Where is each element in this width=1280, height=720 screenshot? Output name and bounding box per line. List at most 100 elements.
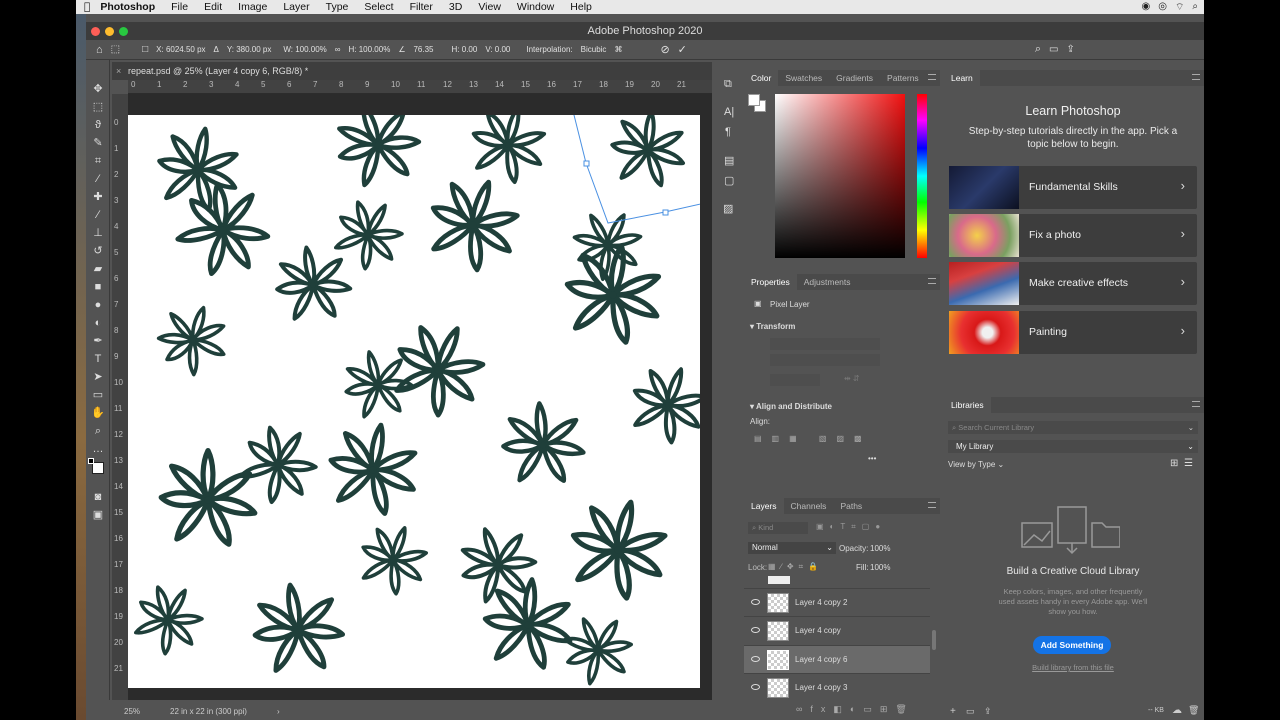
marquee-tool-icon[interactable]: ⬚ [91,100,105,114]
eraser-tool-icon[interactable]: ▰ [91,262,105,276]
link-icon[interactable]: ∞ [335,45,341,54]
healing-tool-icon[interactable]: ✚ [91,190,105,204]
gradient-tool-icon[interactable]: ■ [91,280,105,294]
add-element-icon[interactable]: + [950,706,956,717]
minimize-window-icon[interactable] [105,27,114,36]
crop-tool-icon[interactable]: ⌗ [91,154,105,168]
visibility-eye-icon[interactable] [751,684,760,690]
transform-bounding-box[interactable] [128,115,700,688]
blur-tool-icon[interactable]: ● [91,298,105,312]
learn-card-fundamental-skills[interactable]: Fundamental Skills › [949,166,1197,209]
zoom-window-icon[interactable] [119,27,128,36]
pen-tool-icon[interactable]: ✒ [91,334,105,348]
transform-handle[interactable] [583,160,590,167]
tab-properties[interactable]: Properties [744,274,797,290]
tab-gradients[interactable]: Gradients [829,70,880,86]
menu-image[interactable]: Image [230,1,275,13]
cloud-icon[interactable]: ☁ [1172,705,1182,716]
move-tool-icon[interactable]: ✥ [91,82,105,96]
menu-select[interactable]: Select [356,1,401,13]
tab-swatches[interactable]: Swatches [778,70,829,86]
screen-mode-icon[interactable]: ▣ [91,508,105,522]
menu-view[interactable]: View [470,1,509,13]
library-search-input[interactable]: ⌕ Search Current Library ⌄ [948,421,1198,434]
background-swatch[interactable] [748,94,760,106]
cancel-transform-icon[interactable]: ⊘ [660,43,669,56]
cc-icon[interactable]: ◎ [1158,1,1167,14]
align-buttons[interactable]: ▤▥▦ ▧▨▩ [754,434,872,443]
lock-icons[interactable]: ▦∕✥⌗🔒 [768,562,823,572]
width-field[interactable]: W: 100.00% [283,45,326,54]
layer-row[interactable]: Layer 4 copy [744,616,930,644]
wifi-icon[interactable]: ⌔ [1175,1,1184,14]
paragraph-icon[interactable]: ¶ [725,126,731,138]
tab-paths[interactable]: Paths [833,498,869,514]
status-arrow-icon[interactable]: › [277,704,280,720]
vskew-field[interactable]: V: 0.00 [485,45,510,54]
layer-row[interactable]: Layer 4 copy 2 [744,588,930,616]
eyedropper-tool-icon[interactable]: ⁄ [91,172,105,186]
menu-photoshop[interactable]: Photoshop [98,1,163,13]
height-field[interactable]: H: 100.00% [349,45,391,54]
quick-mask-icon[interactable]: ◙ [91,490,105,504]
horizontal-ruler[interactable]: 0 1 2 3 4 5 6 7 8 9 10 11 12 13 14 15 16 17 18 19 20 21 [128,80,712,94]
document-canvas[interactable] [128,115,700,688]
layer-row[interactable]: Layer 4 copy 3 [744,673,930,701]
view-by-select[interactable]: View by Type ⌄ [948,460,1004,469]
color-field[interactable] [775,94,905,258]
learn-card-fix-photo[interactable]: Fix a photo › [949,214,1197,257]
opacity-field[interactable]: 100% [870,544,890,553]
layers-footer-icons[interactable]: ∞fx◧◐▭⊞🗑 [796,704,915,715]
add-something-button[interactable]: Add Something [1033,636,1111,654]
tab-learn[interactable]: Learn [944,70,980,86]
more-tools-icon[interactable]: … [91,442,105,456]
pattern-icon[interactable]: ▨ [723,202,733,215]
transform-section[interactable]: ▾ Transform [750,322,795,331]
menu-3d[interactable]: 3D [441,1,470,13]
zoom-level[interactable]: 25% [124,704,140,720]
tab-patterns[interactable]: Patterns [880,70,926,86]
dodge-tool-icon[interactable]: ◐ [91,316,105,330]
layer-filter-select[interactable]: ⌕ Kind [748,522,808,534]
tab-channels[interactable]: Channels [784,498,834,514]
document-tab[interactable]: × repeat.psd @ 25% (Layer 4 copy 6, RGB/… [112,62,712,80]
visibility-eye-icon[interactable] [751,656,760,662]
learn-card-creative-effects[interactable]: Make creative effects › [949,262,1197,305]
menu-help[interactable]: Help [562,1,600,13]
align-section[interactable]: ▾ Align and Distribute [750,402,832,411]
menu-window[interactable]: Window [509,1,562,13]
x-position-field[interactable]: X: 6024.50 px [156,45,205,54]
quick-select-tool-icon[interactable]: ✎ [91,136,105,150]
history-brush-icon[interactable]: ↺ [91,244,105,258]
close-window-icon[interactable] [91,27,100,36]
hand-tool-icon[interactable]: ✋ [91,406,105,420]
menu-type[interactable]: Type [318,1,357,13]
layers-panel-menu-icon[interactable] [928,502,936,508]
tab-layers[interactable]: Layers [744,498,784,514]
commit-transform-icon[interactable]: ✓ [678,43,687,56]
transform-handle[interactable] [662,209,669,216]
learn-panel-menu-icon[interactable] [1192,74,1200,80]
visibility-eye-icon[interactable] [751,599,760,605]
lasso-tool-icon[interactable]: ϑ [91,118,105,132]
shape-tool-icon[interactable]: ▭ [91,388,105,402]
workspace-icon[interactable]: ▭ [1049,44,1058,55]
folder-icon[interactable]: ▭ [966,706,975,717]
menu-file[interactable]: File [163,1,196,13]
history-icon[interactable]: ⧉ [724,78,732,91]
character-icon[interactable]: A| [724,106,734,118]
search-menubar-icon[interactable]: ⌕ [1192,1,1198,14]
grid-view-icon[interactable]: ⊞ [1170,458,1178,469]
stamp-tool-icon[interactable]: ⊥ [91,226,105,240]
trash-icon[interactable]: 🗑 [1188,705,1199,716]
color-panel-menu-icon[interactable] [928,74,936,80]
library-select[interactable]: My Library ⌄ [948,440,1198,453]
vertical-ruler[interactable]: 0 1 2 3 4 5 6 7 8 9 10 11 12 13 14 15 16 17 18 19 20 21 [112,94,128,700]
tab-adjustments[interactable]: Adjustments [797,274,858,290]
layer-row-selected[interactable]: Layer 4 copy 6 [744,645,930,673]
close-tab-icon[interactable]: × [116,62,121,80]
angle-field[interactable]: 76.35 [413,45,433,54]
home-icon[interactable]: ⌂ [96,44,103,56]
interpolation-select[interactable]: Bicubic [581,45,607,54]
zoom-tool-icon[interactable]: ⌕ [91,424,105,438]
